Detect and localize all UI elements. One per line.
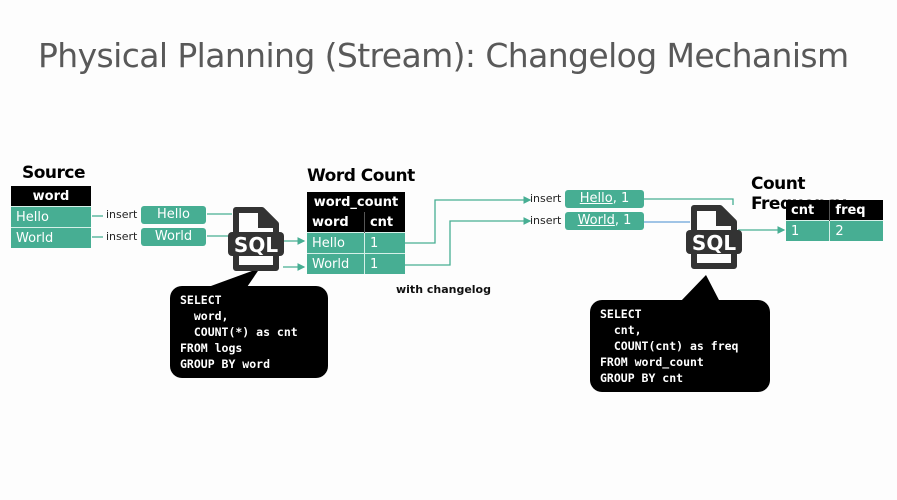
changelog-key: Hello <box>579 191 613 206</box>
column-header-cnt: cnt <box>786 200 830 221</box>
cnt-cell: 1 <box>363 232 405 254</box>
freq-cell: 2 <box>829 220 883 241</box>
column-header-cnt: cnt <box>363 212 405 233</box>
insert-label: insert <box>106 208 138 221</box>
changelog-value: , 1 <box>614 213 632 228</box>
cnt-cell: 1 <box>786 220 830 241</box>
changelog-chip-hello: Hello, 1 <box>565 190 644 208</box>
event-chip-hello: Hello <box>141 206 206 224</box>
table-row: Hello 1 <box>307 232 405 254</box>
source-heading: Source <box>22 163 86 183</box>
source-table: word Hello World <box>11 186 91 248</box>
bubble2-tail <box>680 275 720 302</box>
sql-file-icon: SQL <box>228 207 284 271</box>
sql-file-icon: SQL <box>686 205 742 269</box>
table-row: World 1 <box>307 253 405 274</box>
word-count-table-name: word_count <box>307 192 405 212</box>
sql-icon-label: SQL <box>692 231 736 255</box>
sql-query-bubble-2: SELECT cnt, COUNT(cnt) as freq FROM word… <box>590 300 770 392</box>
table-row: Hello <box>11 206 91 228</box>
changelog-key: World <box>577 213 615 228</box>
source-cell: Hello <box>11 206 91 228</box>
event-chip-world: World <box>141 228 206 246</box>
changelog-note: with changelog <box>396 283 491 296</box>
word-count-table: word_count word cnt Hello 1 World 1 <box>307 192 405 274</box>
word-count-heading: Word Count <box>307 166 415 186</box>
sql-query-bubble-1: SELECT word, COUNT(*) as cnt FROM logs G… <box>170 286 328 378</box>
word-cell: Hello <box>307 232 365 254</box>
source-column-word: word <box>11 186 91 207</box>
column-header-freq: freq <box>829 200 883 221</box>
insert-label: insert <box>106 230 138 243</box>
changelog-value: , 1 <box>612 191 630 206</box>
insert-label: insert <box>530 192 562 205</box>
sql-icon-label: SQL <box>234 233 278 257</box>
connector-lines <box>92 196 786 302</box>
changelog-chip-world: World, 1 <box>565 212 644 230</box>
table-row: 1 2 <box>786 220 883 241</box>
cnt-cell: 1 <box>363 253 405 274</box>
insert-label: insert <box>530 214 562 227</box>
source-cell: World <box>11 227 91 248</box>
column-header-word: word <box>307 212 365 233</box>
table-row: World <box>11 227 91 248</box>
word-cell: World <box>307 253 365 274</box>
count-frequency-table: cnt freq 1 2 <box>786 200 883 241</box>
